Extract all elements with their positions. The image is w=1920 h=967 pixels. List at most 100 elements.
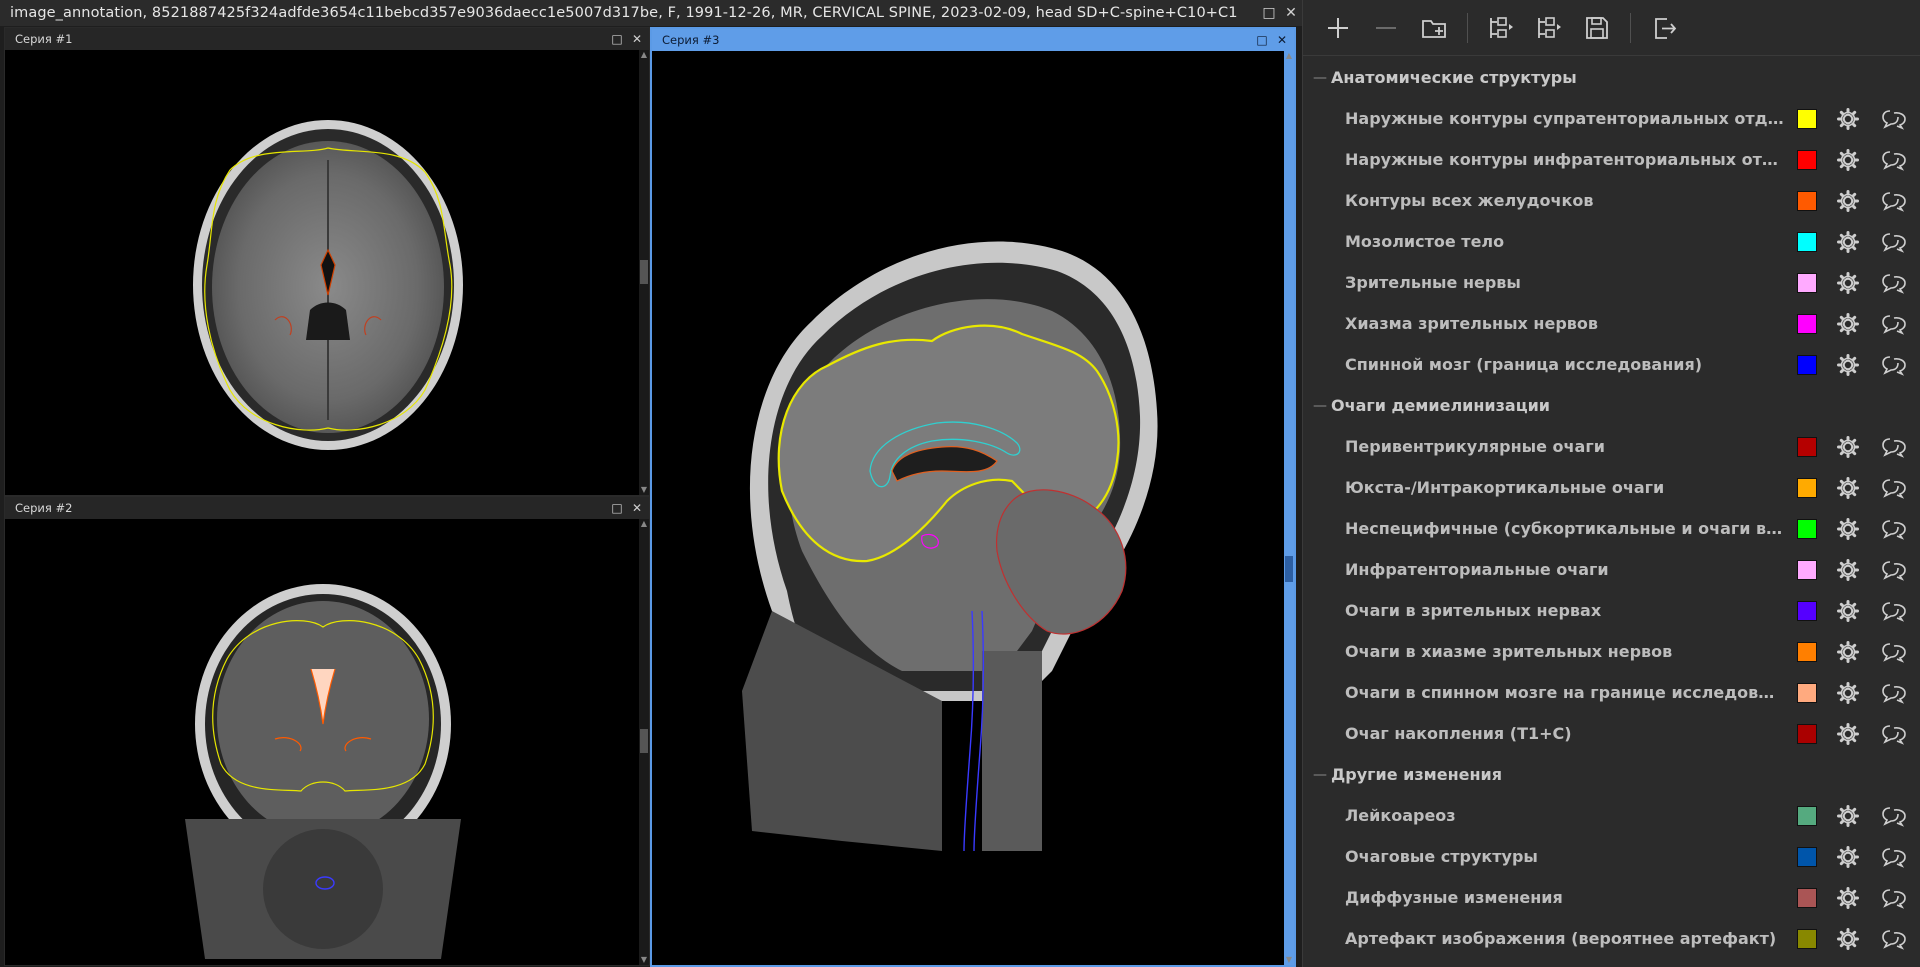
annotation-class-item[interactable]: Наружные контуры супратенториальных отде… <box>1303 98 1920 139</box>
comment-icon[interactable] <box>1881 107 1907 131</box>
panel-scrollbar[interactable]: ▲ ▼ <box>639 519 649 965</box>
scroll-up-icon[interactable]: ▲ <box>639 50 649 60</box>
gear-icon[interactable] <box>1836 107 1860 131</box>
color-swatch[interactable] <box>1797 108 1817 129</box>
color-swatch[interactable] <box>1797 641 1817 662</box>
comment-icon[interactable] <box>1881 271 1907 295</box>
gear-icon[interactable] <box>1836 640 1860 664</box>
color-swatch[interactable] <box>1797 928 1817 949</box>
annotation-class-item[interactable]: Очаги в зрительных нервах <box>1303 590 1920 631</box>
gear-icon[interactable] <box>1836 558 1860 582</box>
window-maximize-button[interactable]: □ <box>1258 2 1280 24</box>
annotation-class-item[interactable]: Неспецифичные (субкортикальные и очаги в… <box>1303 508 1920 549</box>
annotation-class-item[interactable]: Спинной мозг (граница исследования) <box>1303 344 1920 385</box>
color-swatch[interactable] <box>1797 149 1817 170</box>
gear-icon[interactable] <box>1836 189 1860 213</box>
color-swatch[interactable] <box>1797 559 1817 580</box>
gear-icon[interactable] <box>1836 230 1860 254</box>
comment-icon[interactable] <box>1881 804 1907 828</box>
viewer-panel-series-3[interactable]: Серия #3 □ ✕ ▲ ▼ <box>650 27 1296 967</box>
scroll-down-icon[interactable]: ▼ <box>639 955 649 965</box>
panel-close-button[interactable]: ✕ <box>629 31 645 47</box>
scroll-down-icon[interactable]: ▼ <box>1284 955 1294 965</box>
comment-icon[interactable] <box>1881 640 1907 664</box>
comment-icon[interactable] <box>1881 189 1907 213</box>
panel-close-button[interactable]: ✕ <box>629 500 645 516</box>
image-viewport-coronal[interactable] <box>5 519 639 965</box>
comment-icon[interactable] <box>1881 517 1907 541</box>
annotation-class-item[interactable]: Артефакт изображения (вероятнее артефакт… <box>1303 918 1920 959</box>
color-swatch[interactable] <box>1797 354 1817 375</box>
comment-icon[interactable] <box>1881 722 1907 746</box>
panel-maximize-button[interactable]: □ <box>1254 32 1270 48</box>
color-swatch[interactable] <box>1797 477 1817 498</box>
annotation-class-item[interactable]: Очаговые структуры <box>1303 836 1920 877</box>
annotation-class-item[interactable]: Юкста-/Интракортикальные очаги <box>1303 467 1920 508</box>
scroll-up-icon[interactable]: ▲ <box>639 519 649 529</box>
image-viewport-axial[interactable] <box>5 50 639 495</box>
gear-icon[interactable] <box>1836 435 1860 459</box>
color-swatch[interactable] <box>1797 518 1817 539</box>
comment-icon[interactable] <box>1881 230 1907 254</box>
color-swatch[interactable] <box>1797 887 1817 908</box>
color-swatch[interactable] <box>1797 723 1817 744</box>
annotation-class-item[interactable]: Хиазма зрительных нервов <box>1303 303 1920 344</box>
color-swatch[interactable] <box>1797 600 1817 621</box>
remove-button[interactable] <box>1365 7 1407 49</box>
color-swatch[interactable] <box>1797 805 1817 826</box>
viewer-panel-series-2[interactable]: Серия #2 □ ✕ ▲ ▼ <box>4 496 650 966</box>
expand-tree-button[interactable] <box>1528 7 1570 49</box>
gear-icon[interactable] <box>1836 927 1860 951</box>
scroll-down-icon[interactable]: ▼ <box>639 485 649 495</box>
scroll-thumb[interactable] <box>640 729 648 753</box>
panel-scrollbar[interactable]: ▲ ▼ <box>1284 51 1294 965</box>
scroll-up-icon[interactable]: ▲ <box>1284 51 1294 61</box>
scroll-thumb[interactable] <box>1285 556 1293 582</box>
gear-icon[interactable] <box>1836 599 1860 623</box>
comment-icon[interactable] <box>1881 476 1907 500</box>
tree-group-header[interactable]: — Очаги демиелинизации <box>1303 385 1920 426</box>
save-button[interactable] <box>1576 7 1618 49</box>
color-swatch[interactable] <box>1797 231 1817 252</box>
window-close-button[interactable]: ✕ <box>1280 2 1302 24</box>
color-swatch[interactable] <box>1797 190 1817 211</box>
panel-close-button[interactable]: ✕ <box>1274 32 1290 48</box>
annotation-class-item[interactable]: Наружные контуры инфратенториальных отде… <box>1303 139 1920 180</box>
gear-icon[interactable] <box>1836 804 1860 828</box>
add-folder-button[interactable] <box>1413 7 1455 49</box>
annotation-class-item[interactable]: Зрительные нервы <box>1303 262 1920 303</box>
add-button[interactable] <box>1317 7 1359 49</box>
collapse-tree-button[interactable] <box>1480 7 1522 49</box>
tree-group-header[interactable]: — Другие изменения <box>1303 754 1920 795</box>
annotation-class-item[interactable]: Диффузные изменения <box>1303 877 1920 918</box>
annotation-class-item[interactable]: Перивентрикулярные очаги <box>1303 426 1920 467</box>
gear-icon[interactable] <box>1836 845 1860 869</box>
comment-icon[interactable] <box>1881 886 1907 910</box>
gear-icon[interactable] <box>1836 312 1860 336</box>
panel-maximize-button[interactable]: □ <box>609 31 625 47</box>
collapse-icon[interactable]: — <box>1313 70 1327 86</box>
annotation-class-item[interactable]: Лейкоареоз <box>1303 795 1920 836</box>
gear-icon[interactable] <box>1836 517 1860 541</box>
gear-icon[interactable] <box>1836 353 1860 377</box>
scroll-thumb[interactable] <box>640 260 648 284</box>
annotation-class-item[interactable]: Очаги в хиазме зрительных нервов <box>1303 631 1920 672</box>
annotation-class-item[interactable]: Очаг накопления (Т1+С) <box>1303 713 1920 754</box>
comment-icon[interactable] <box>1881 312 1907 336</box>
annotation-class-item[interactable]: Контуры всех желудочков <box>1303 180 1920 221</box>
comment-icon[interactable] <box>1881 927 1907 951</box>
gear-icon[interactable] <box>1836 681 1860 705</box>
gear-icon[interactable] <box>1836 886 1860 910</box>
comment-icon[interactable] <box>1881 435 1907 459</box>
gear-icon[interactable] <box>1836 271 1860 295</box>
comment-icon[interactable] <box>1881 599 1907 623</box>
exit-button[interactable] <box>1643 7 1685 49</box>
color-swatch[interactable] <box>1797 846 1817 867</box>
color-swatch[interactable] <box>1797 436 1817 457</box>
collapse-icon[interactable]: — <box>1313 767 1327 783</box>
comment-icon[interactable] <box>1881 845 1907 869</box>
tree-group-header[interactable]: — Анатомические структуры <box>1303 57 1920 98</box>
panel-maximize-button[interactable]: □ <box>609 500 625 516</box>
comment-icon[interactable] <box>1881 353 1907 377</box>
viewer-panel-series-1[interactable]: Серия #1 □ ✕ ▲ ▼ <box>4 27 650 496</box>
